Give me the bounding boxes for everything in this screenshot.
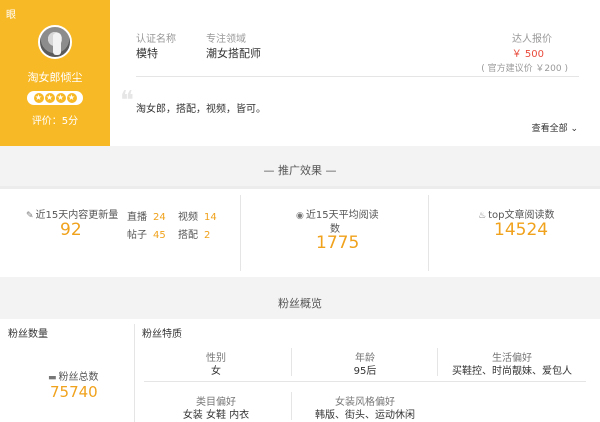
star-icon: ★ [44,93,55,103]
edit-icon: ✎ [26,211,34,221]
fire-icon: ♨ [478,211,487,221]
divider [136,76,579,77]
feature-lifestyle-value: 买鞋控、时尚靓妹、爱包人 [452,366,572,377]
quote-icon: ❝ [120,86,134,116]
field-label: 专注领域 [206,34,246,45]
profile-description: 淘女郎，搭配，视频，皆可。 [136,104,266,115]
breakdown-outfit: 搭配 2 [178,230,211,241]
avg-read-value: 1775 [316,233,360,253]
price-value: ￥ 500 [511,49,544,60]
star-icon: ★ [55,93,66,103]
promotion-title: — 推广效果 — [263,164,337,177]
feature-age-value: 95后 [353,366,377,377]
updates-label: ✎ 近15天内容更新量 [26,210,119,221]
view-all-link[interactable]: 查看全部 ⌄ [532,121,578,134]
eye-icon: ◉ [296,211,304,221]
profile-card: 眼 淘女郎倾尘 ★ ★ ★ ★ 评价：5分 认证名称 模特 专注领域 潮女搭配师… [0,0,600,146]
top-read-value: 14524 [494,220,549,240]
fans-total-value: 75740 [50,383,98,401]
fans-features-title: 粉丝特质 [142,329,182,340]
fans-count-title: 粉丝数量 [8,329,48,340]
avatar[interactable] [38,25,72,59]
feature-gender-value: 女 [211,366,221,377]
field-value: 潮女搭配师 [206,47,261,60]
breakdown-post: 帖子 45 [127,230,166,241]
corner-tag: 眼 [6,10,16,21]
star-icon: ★ [66,93,77,103]
feature-style-value: 韩版、街头、运动休闲 [315,410,415,421]
star-icon: ★ [33,93,44,103]
fans-total-label: ▬ 粉丝总数 [48,372,99,383]
rating-text: 评价：5分 [31,116,79,127]
profile-sidebar: 眼 淘女郎倾尘 ★ ★ ★ ★ 评价：5分 [0,0,110,146]
user-name[interactable]: 淘女郎倾尘 [0,69,110,85]
fans-title: 粉丝概览 [278,297,322,310]
star-rating: ★ ★ ★ ★ [27,91,83,105]
price-label: 达人报价 [512,34,552,45]
breakdown-video: 视频 14 [178,212,217,223]
breakdown-live: 直播 24 [127,212,166,223]
top-read-label: ♨ top文章阅读数 [478,210,555,221]
updates-value: 92 [60,220,82,240]
feature-category-value: 女装 女鞋 内衣 [182,410,250,421]
avg-read-label: ◉ 近15天平均阅读 [296,210,379,221]
price-suggest: ( 官方建议价 ￥200 ) [481,64,568,74]
fans-icon: ▬ [48,373,57,383]
cert-label: 认证名称 [136,34,176,45]
cert-value: 模特 [136,47,158,60]
